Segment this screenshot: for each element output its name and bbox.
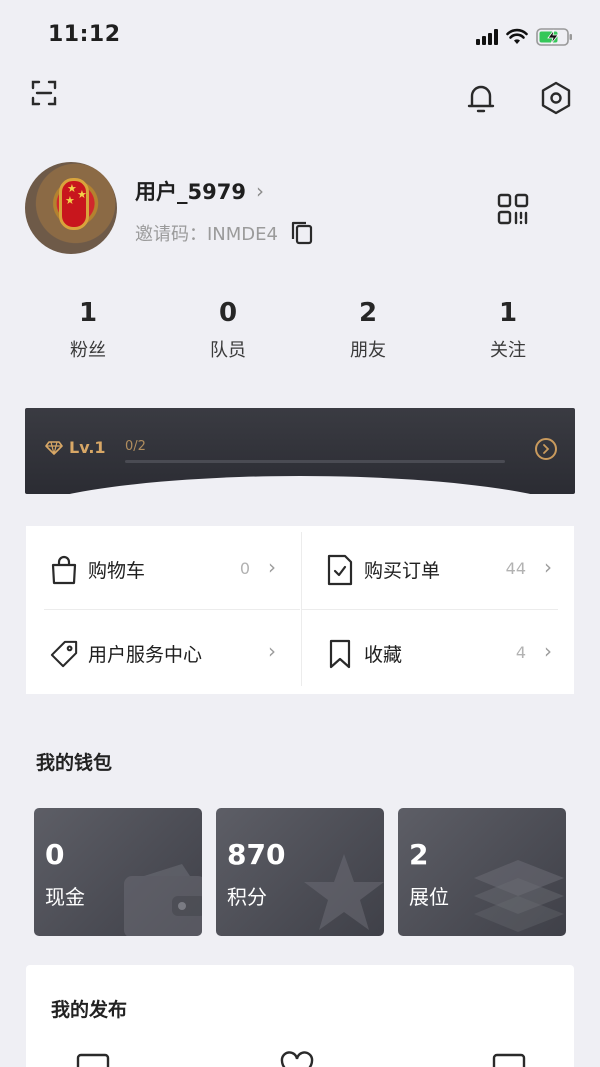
wifi-icon [506,28,528,44]
chevron-right-icon: › [268,555,276,579]
avatar[interactable]: ★ ★ ★ [25,162,117,254]
chevron-right-icon: › [255,179,264,203]
bookmark-icon [326,638,354,670]
wallet-value: 0 [45,838,65,871]
menu-card: 购物车 0 › 购买订单 44 › 用户服务中心 › 收藏 4 › [26,526,574,694]
stat-value: 2 [358,298,378,328]
wallet-value: 2 [409,838,429,871]
menu-item-count: 44 [505,559,526,578]
document-icon[interactable] [492,1051,526,1067]
publish-title: 我的发布 [51,999,128,1021]
status-time: 11:12 [48,22,121,47]
menu-item-orders[interactable]: 购买订单 44 › [302,526,576,610]
username-row[interactable]: 用户_5979 › [135,176,264,206]
shopping-bag-icon [50,554,78,586]
menu-item-label: 用户服务中心 [88,644,203,666]
star-icon: ★ [65,194,75,207]
username: 用户_5979 [135,180,246,204]
level-label: Lv.1 [69,438,106,457]
chevron-right-circle-icon[interactable] [535,438,557,460]
invite-label: 邀请码： [135,224,207,245]
chevron-right-icon: › [544,639,552,663]
layers-icon [474,860,564,932]
wallet-label: 展位 [409,885,449,909]
image-icon[interactable] [76,1051,110,1067]
wallet-title: 我的钱包 [36,752,113,774]
stat-label: 粉丝 [70,340,106,361]
wallet-label: 积分 [227,885,267,909]
menu-item-favorites[interactable]: 收藏 4 › [302,610,576,694]
order-check-icon [326,554,354,586]
star-icon: ★ [77,188,87,201]
menu-item-cart[interactable]: 购物车 0 › [26,526,300,610]
menu-item-count: 4 [515,643,526,662]
stat-value: 1 [78,298,98,328]
stat-fans[interactable]: 1 粉丝 [28,298,148,362]
level-progress-bar [125,460,505,463]
level-badge: Lv.1 [45,438,106,457]
star-icon [304,854,384,930]
copy-icon[interactable] [290,220,314,246]
stat-label: 关注 [490,340,526,361]
menu-item-count: 0 [239,559,250,578]
stat-members[interactable]: 0 队员 [168,298,288,362]
stat-friends[interactable]: 2 朋友 [308,298,428,362]
chevron-right-icon: › [268,639,276,663]
wallet-value: 870 [227,838,286,871]
wallet-card-cash[interactable]: 0 现金 [34,808,202,936]
invite-code-row: 邀请码：INMDE4 [135,220,314,246]
cellular-signal-icon [476,29,498,45]
level-card[interactable]: Lv.1 0/2 [25,408,575,494]
tag-icon [50,638,78,670]
qrcode-icon[interactable] [496,192,530,230]
stat-value: 1 [498,298,518,328]
menu-item-label: 购物车 [88,560,146,582]
battery-charging-icon [536,28,572,46]
bell-icon[interactable] [461,78,501,118]
settings-icon[interactable] [536,78,576,118]
wallet-label: 现金 [45,885,85,909]
stat-label: 队员 [210,340,246,361]
wallet-icon [124,864,202,936]
status-icons [476,25,574,49]
scan-icon[interactable] [24,73,64,113]
diamond-icon [45,440,63,455]
invite-code: INMDE4 [207,224,278,245]
publish-card: 我的发布 [26,965,574,1067]
menu-item-label: 收藏 [364,644,403,666]
menu-item-service-center[interactable]: 用户服务中心 › [26,610,300,694]
menu-item-label: 购买订单 [364,560,441,582]
stat-following[interactable]: 1 关注 [448,298,568,362]
wallet-card-booths[interactable]: 2 展位 [398,808,566,936]
stat-value: 0 [218,298,238,328]
wallet-card-points[interactable]: 870 积分 [216,808,384,936]
level-progress-text: 0/2 [125,439,146,454]
stat-label: 朋友 [350,340,386,361]
heart-icon[interactable] [280,1051,314,1067]
chevron-right-icon: › [544,555,552,579]
